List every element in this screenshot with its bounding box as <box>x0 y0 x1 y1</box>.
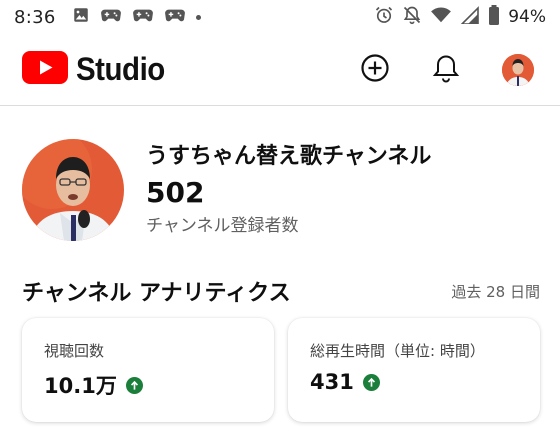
signal-icon <box>460 5 480 29</box>
card-value-row: 431 <box>310 370 540 394</box>
create-button[interactable] <box>360 53 390 87</box>
image-notification-icon <box>72 6 90 28</box>
status-bar-left: 8:36 <box>14 6 201 28</box>
game-controller-icon <box>100 6 122 28</box>
plus-circle-icon <box>360 53 390 87</box>
watch-time-card[interactable]: 総再生時間（単位: 時間） 431 <box>288 318 540 422</box>
youtube-play-icon <box>22 51 68 88</box>
views-card[interactable]: 視聴回数 10.1万 <box>22 318 274 422</box>
channel-header: うすちゃん替え歌チャンネル 502 チャンネル登録者数 <box>22 135 542 245</box>
card-value: 431 <box>310 370 354 394</box>
notifications-button[interactable] <box>432 53 460 87</box>
channel-info: うすちゃん替え歌チャンネル 502 チャンネル登録者数 <box>146 142 431 238</box>
trend-up-icon <box>362 373 380 391</box>
status-bar: 8:36 94% <box>0 0 560 34</box>
subscriber-count: 502 <box>146 176 205 209</box>
channel-avatar[interactable] <box>22 139 124 241</box>
analytics-title: チャンネル アナリティクス <box>22 281 291 306</box>
avatar <box>502 53 534 86</box>
card-label: 総再生時間（単位: 時間） <box>310 342 485 360</box>
account-button[interactable] <box>502 53 534 86</box>
status-bar-right: 94% <box>374 4 546 30</box>
more-notifications-dot-icon <box>195 14 201 20</box>
subscriber-label: チャンネル登録者数 <box>146 216 299 236</box>
analytics-period: 過去 28 日間 <box>451 282 540 301</box>
card-value-row: 10.1万 <box>44 370 274 400</box>
battery-percent: 94% <box>508 7 546 27</box>
alarm-icon <box>374 5 394 30</box>
card-value: 10.1万 <box>44 374 117 398</box>
game-controller-icon <box>164 6 186 28</box>
game-controller-icon <box>132 6 154 28</box>
app-bar: Studio <box>0 34 560 106</box>
studio-wordmark: Studio <box>76 51 165 87</box>
analytics-header: チャンネル アナリティクス 過去 28 日間 <box>22 274 540 308</box>
app-bar-actions <box>360 53 534 87</box>
card-label: 視聴回数 <box>44 342 105 360</box>
notifications-off-icon <box>402 5 422 30</box>
channel-name: うすちゃん替え歌チャンネル <box>146 144 432 169</box>
wifi-icon <box>430 6 452 29</box>
battery-icon <box>488 4 500 30</box>
trend-up-icon <box>125 376 143 394</box>
studio-logo[interactable]: Studio <box>22 51 173 88</box>
bell-icon <box>432 53 460 87</box>
analytics-cards: 視聴回数 10.1万 総再生時間（単位: 時間） 431 <box>22 318 540 422</box>
status-time: 8:36 <box>14 6 56 28</box>
